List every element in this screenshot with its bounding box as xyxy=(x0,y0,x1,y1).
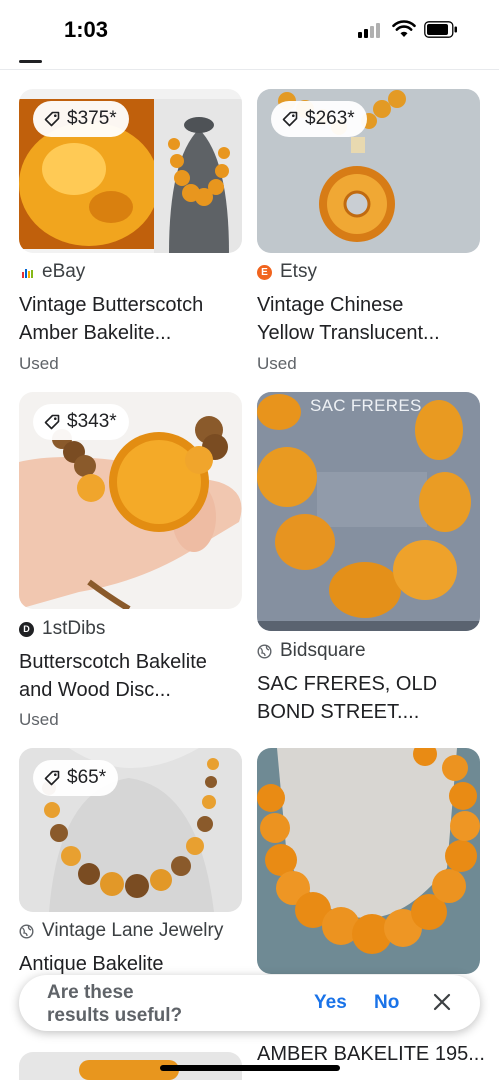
globe-icon xyxy=(257,643,272,659)
source-name: eBay xyxy=(42,261,86,282)
feedback-question: Are these results useful? xyxy=(47,981,182,1027)
result-card[interactable]: $65* Vintage Lane Jewelry Antique Bakeli… xyxy=(19,748,242,988)
result-card[interactable]: $263* E Etsy Vintage Chinese Yellow Tran… xyxy=(257,89,480,379)
price: $375* xyxy=(67,108,117,129)
result-card[interactable]: $343* D 1stDibs Butterscotch Bakelite an… xyxy=(19,392,242,732)
globe-icon xyxy=(19,923,34,939)
source[interactable]: Vintage Lane Jewelry xyxy=(19,920,223,942)
result-card[interactable]: $375* eBay Vintage Butterscotch Amber Ba… xyxy=(19,89,242,379)
feedback-yes-button[interactable]: Yes xyxy=(314,992,347,1014)
1stdibs-icon: D xyxy=(19,621,34,637)
title-line: Yellow Translucent... xyxy=(257,322,440,344)
close-icon[interactable] xyxy=(431,991,453,1013)
result-image[interactable]: $343* xyxy=(19,392,242,609)
title-line: Butterscotch Bakelite xyxy=(19,651,207,673)
divider xyxy=(0,69,499,70)
price-badge: $343* xyxy=(33,404,129,440)
tag-icon xyxy=(282,111,298,127)
result-image[interactable] xyxy=(257,748,480,974)
feedback-no-button[interactable]: No xyxy=(374,992,399,1014)
feedback-bar: Are these results useful? Yes No xyxy=(19,975,480,1031)
feedback-question-line: results useful? xyxy=(47,1005,183,1026)
price-badge: $65* xyxy=(33,760,119,796)
result-image[interactable]: SAC FRERES xyxy=(257,392,480,631)
result-title[interactable]: Antique Bakelite xyxy=(19,950,249,978)
result-title[interactable]: Butterscotch Bakelite and Wood Disc... xyxy=(19,648,249,704)
title-line: Antique Bakelite xyxy=(19,953,164,975)
title-line: and Wood Disc... xyxy=(19,679,171,701)
wifi-icon xyxy=(392,20,416,37)
result-title[interactable]: Vintage Chinese Yellow Translucent... xyxy=(257,291,487,347)
feedback-question-line: Are these xyxy=(47,982,134,1003)
tag-icon xyxy=(44,111,60,127)
ebay-icon xyxy=(22,268,33,278)
source[interactable]: Bidsquare xyxy=(257,640,366,662)
tag-icon xyxy=(44,414,60,430)
result-card[interactable]: SAC FRERES Bidsquare SAC FRERES, OLD BON… xyxy=(257,392,480,732)
condition: Used xyxy=(19,354,59,373)
title-line: Amber Bakelite... xyxy=(19,322,172,344)
price: $343* xyxy=(67,411,117,432)
tag-icon xyxy=(44,770,60,786)
result-title[interactable]: Vintage Butterscotch Amber Bakelite... xyxy=(19,291,249,347)
source-name: Vintage Lane Jewelry xyxy=(42,920,224,941)
price: $65* xyxy=(67,767,107,788)
price: $263* xyxy=(305,108,355,129)
source-name: Bidsquare xyxy=(280,640,366,661)
battery-icon xyxy=(424,21,457,38)
result-image[interactable]: $263* xyxy=(257,89,480,253)
status-bar: 1:03 xyxy=(0,0,499,60)
source[interactable]: D 1stDibs xyxy=(19,618,105,640)
result-title[interactable]: AMBER BAKELITE 195... xyxy=(257,1040,487,1068)
title-line: AMBER BAKELITE 195... xyxy=(257,1043,485,1065)
signal-icon xyxy=(358,22,384,38)
source[interactable]: eBay xyxy=(19,261,85,283)
source[interactable]: E Etsy xyxy=(257,261,317,283)
title-line: Vintage Chinese xyxy=(257,294,404,316)
source-name: 1stDibs xyxy=(42,618,106,639)
tab-indicator[interactable] xyxy=(19,60,42,63)
title-line: SAC FRERES, OLD xyxy=(257,673,438,695)
status-time: 1:03 xyxy=(64,17,109,42)
title-line: Vintage Butterscotch xyxy=(19,294,204,316)
home-indicator[interactable] xyxy=(160,1065,340,1071)
etsy-icon: E xyxy=(257,264,272,280)
title-line: BOND STREET.... xyxy=(257,701,420,723)
condition: Used xyxy=(19,710,59,729)
result-image[interactable]: $65* xyxy=(19,748,242,912)
condition: Used xyxy=(257,354,297,373)
source-name: Etsy xyxy=(280,261,317,282)
result-title[interactable]: SAC FRERES, OLD BOND STREET.... xyxy=(257,670,487,726)
price-badge: $263* xyxy=(271,101,367,137)
image-text: SAC FRERES xyxy=(310,396,422,415)
result-image[interactable]: $375* xyxy=(19,89,242,253)
price-badge: $375* xyxy=(33,101,129,137)
